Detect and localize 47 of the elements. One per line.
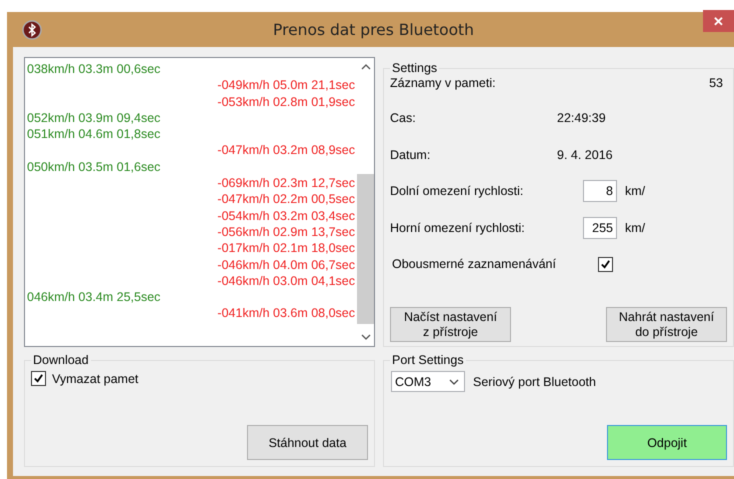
- outgoing-record: -046km/h 04.0m 06,7sec: [217, 258, 355, 272]
- speed-input[interactable]: 255: [583, 216, 617, 239]
- close-button[interactable]: ✕: [703, 10, 734, 32]
- record-count: 53: [709, 76, 723, 90]
- outgoing-record: -069km/h 02.3m 12,7sec: [217, 176, 355, 190]
- outgoing-record: -017km/h 02.1m 18,0sec: [217, 241, 355, 256]
- group-title: Port Settings: [391, 353, 465, 367]
- group-title: Download: [32, 353, 90, 367]
- chevron-down-icon[interactable]: [449, 378, 459, 384]
- scroll-down-icon[interactable]: [360, 334, 370, 340]
- setting-label: Obousmerné zaznamenávání: [392, 257, 557, 272]
- setting-label: Dolní omezení rychlosti:: [390, 184, 524, 198]
- unit-label: km/: [625, 184, 646, 198]
- outgoing-record: -056km/h 02.9m 13,7sec: [217, 224, 355, 239]
- window-title: Prenos dat pres Bluetooth: [272, 20, 475, 38]
- incoming-record: 050km/h 03.5m 01,6sec: [27, 160, 160, 174]
- download-button[interactable]: Stáhnout data: [247, 425, 368, 460]
- outgoing-record: -053km/h 02.8m 01,9sec: [217, 94, 355, 109]
- checkbox-label: Vymazat pamet: [52, 372, 138, 386]
- group-title: Settings: [391, 61, 438, 75]
- port-dropdown[interactable]: COM3: [391, 371, 465, 392]
- outgoing-record: -047km/h 02.2m 00,5sec: [217, 192, 355, 206]
- outgoing-record: -049km/h 05.0m 21,1sec: [217, 78, 355, 92]
- settings-button[interactable]: Načíst nastavení z přístroje: [390, 307, 511, 342]
- incoming-record: 051km/h 04.6m 01,8sec: [27, 127, 160, 142]
- outgoing-record: -047km/h 03.2m 08,9sec: [217, 143, 355, 158]
- speed-input[interactable]: 8: [583, 180, 617, 202]
- setting-label: Cas:: [390, 111, 417, 126]
- incoming-record: 046km/h 03.4m 25,5sec: [27, 290, 160, 304]
- setting-value: 22:49:39: [557, 111, 606, 126]
- incoming-record: 052km/h 03.9m 09,4sec: [27, 110, 160, 125]
- checkbox[interactable]: [31, 371, 46, 386]
- disconnect-button[interactable]: Odpojit: [607, 425, 727, 460]
- setting-label: Záznamy v pameti:: [390, 76, 497, 90]
- port-label: Seriový port Bluetooth: [473, 374, 596, 388]
- bluetooth-icon: [22, 20, 42, 40]
- outgoing-record: -041km/h 03.6m 08,0sec: [217, 306, 355, 320]
- outgoing-record: -054km/h 03.2m 03,4sec: [217, 208, 355, 223]
- setting-label: Datum:: [390, 148, 432, 162]
- incoming-record: 038km/h 03.3m 00,6sec: [27, 62, 160, 76]
- scroll-up-icon[interactable]: [360, 64, 370, 70]
- unit-label: km/: [625, 220, 646, 235]
- setting-value: 9. 4. 2016: [557, 148, 613, 162]
- setting-label: Horní omezení rychlosti:: [390, 220, 526, 235]
- checkbox[interactable]: [598, 256, 613, 272]
- outgoing-record: -046km/h 03.0m 04,1sec: [217, 274, 355, 288]
- settings-button[interactable]: Nahrát nastavení do přístroje: [606, 307, 727, 342]
